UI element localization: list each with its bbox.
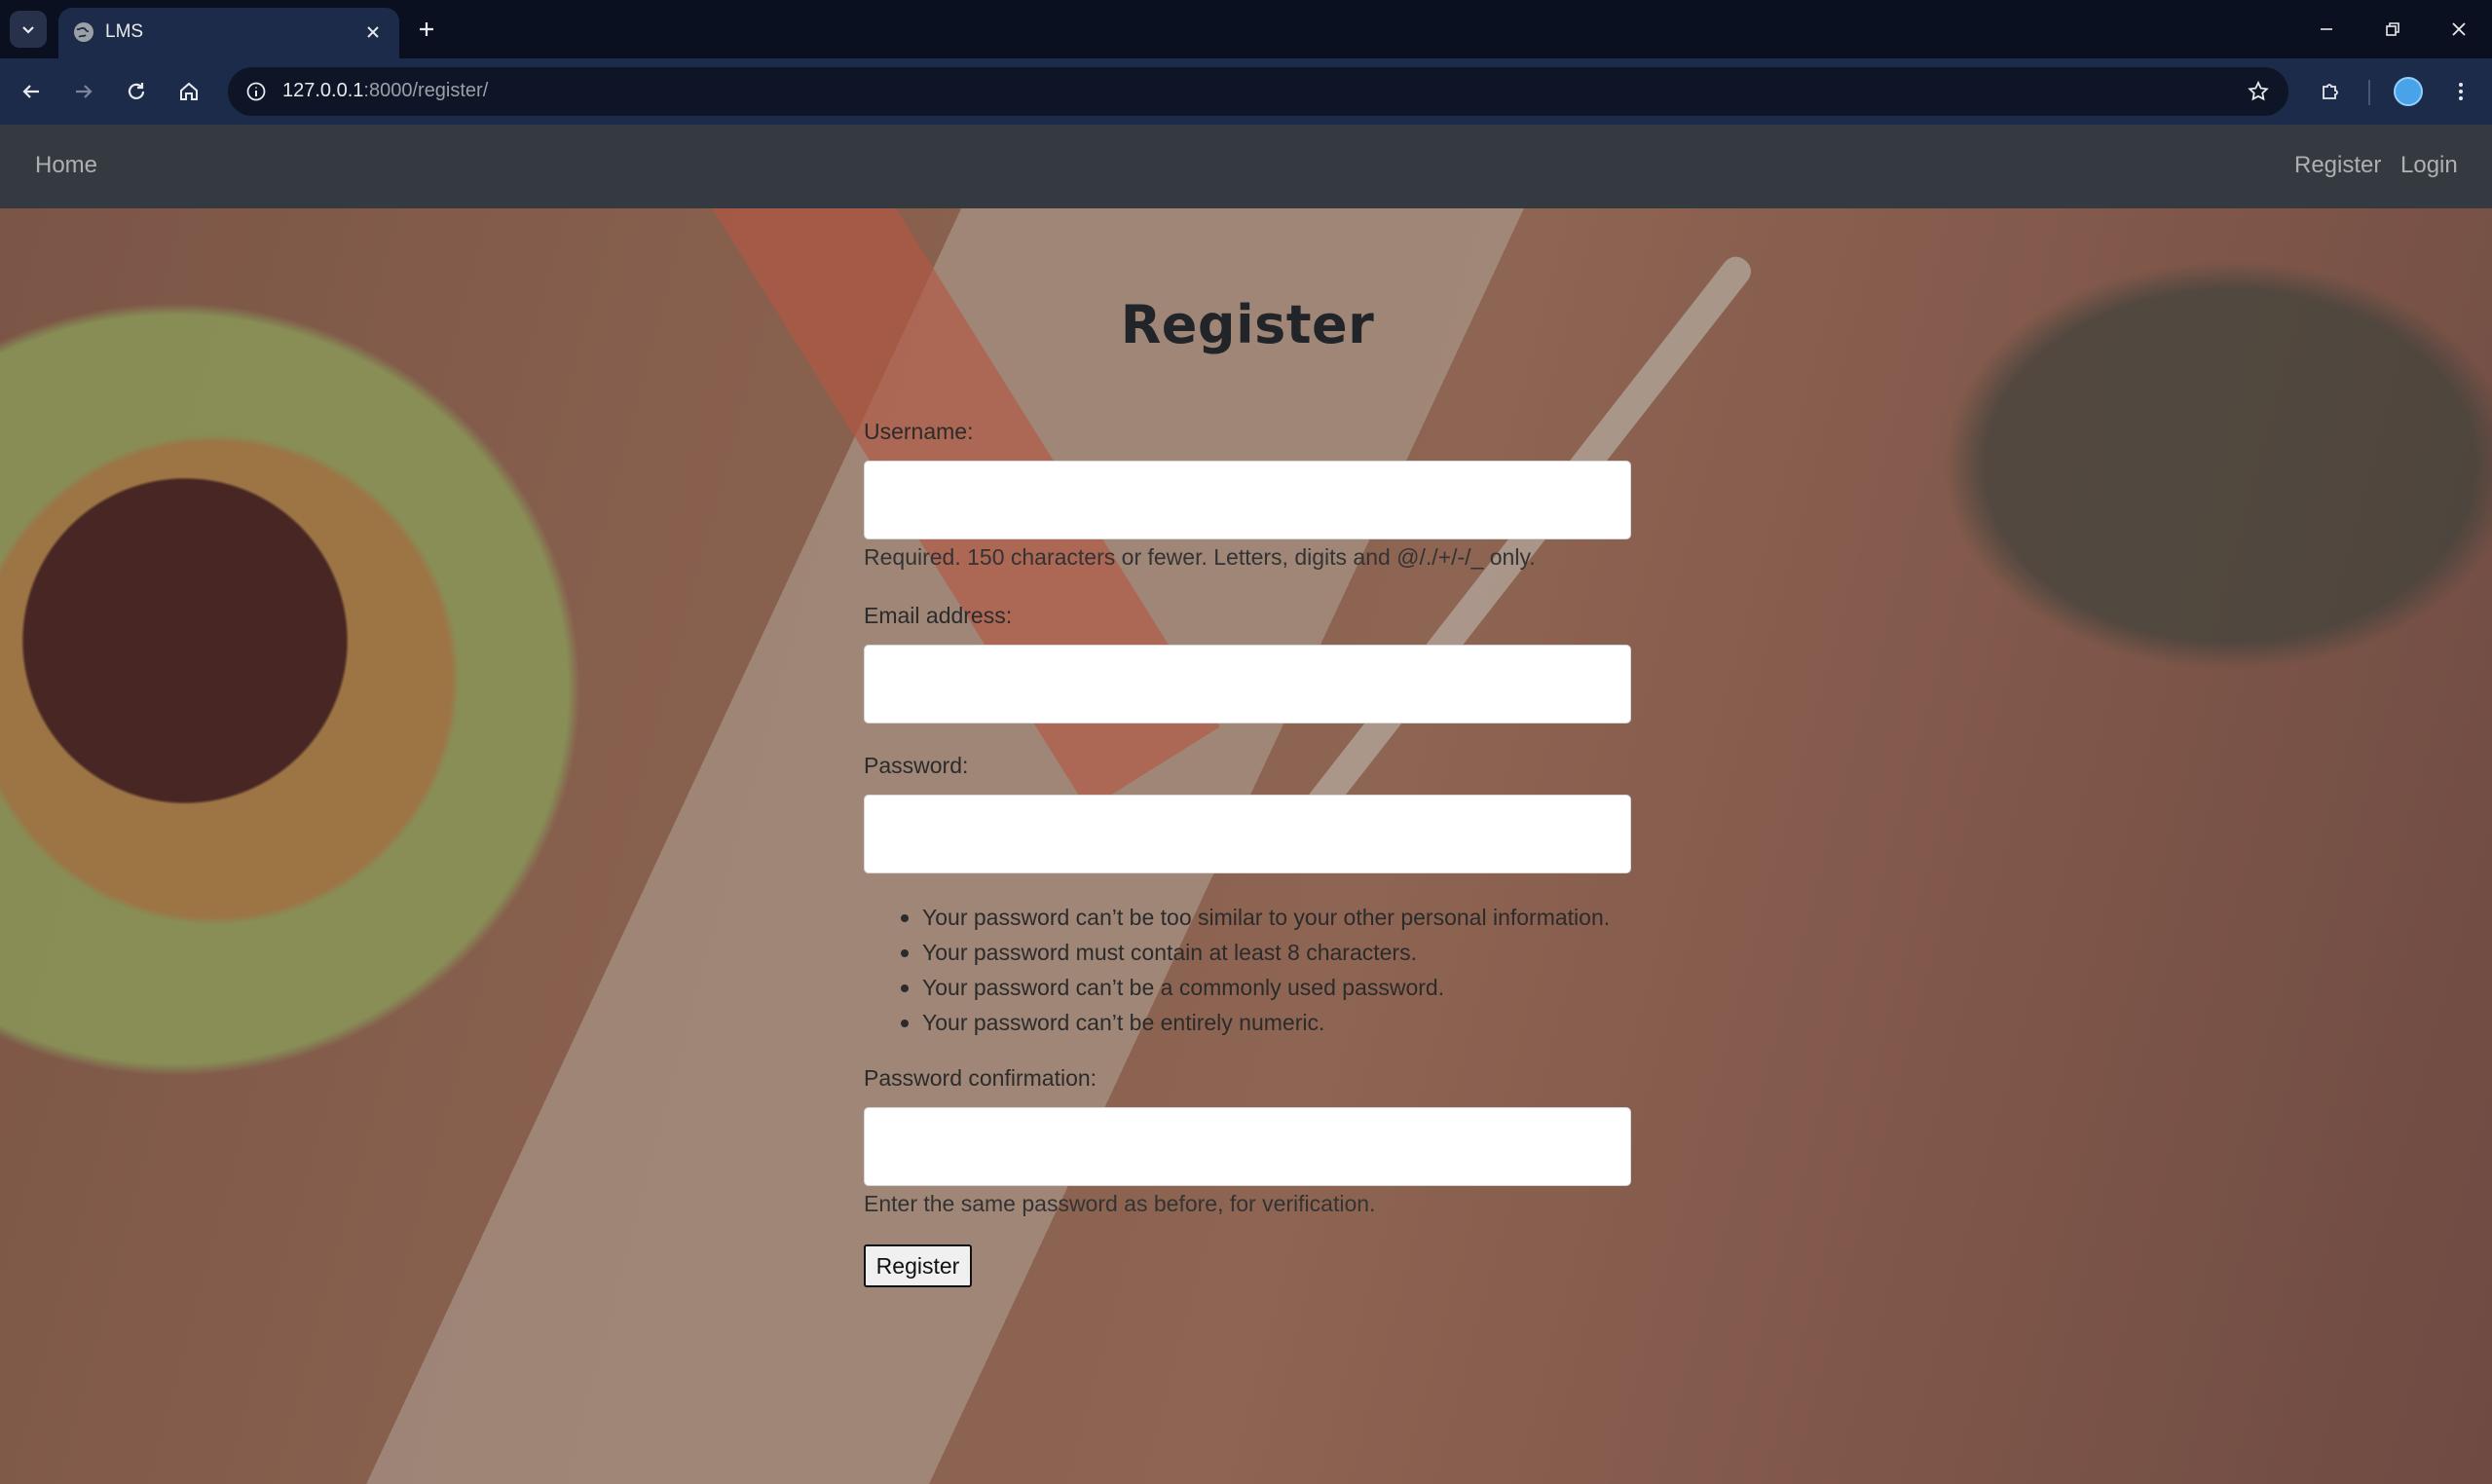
username-help-text: Required. 150 characters or fewer. Lette… (864, 544, 1536, 570)
puzzle-icon (2323, 84, 2338, 99)
username-label: Username: (864, 419, 974, 444)
home-icon (180, 82, 198, 100)
window-close-button[interactable] (2426, 0, 2492, 58)
close-icon (367, 26, 379, 38)
arrow-right-icon (76, 85, 93, 98)
password-label: Password: (864, 753, 969, 778)
list-item: Your password can’t be a commonly used p… (864, 970, 1610, 1005)
nav-link-login[interactable]: Login (2400, 152, 2458, 179)
info-icon (246, 82, 266, 101)
menu-button[interactable] (2441, 72, 2480, 111)
url-text: 127.0.0.1:8000/register/ (282, 80, 488, 102)
browser-tabstrip: LMS (0, 0, 2492, 58)
minimize-button[interactable] (2293, 0, 2360, 58)
chevron-down-icon (22, 26, 34, 34)
restore-icon (2386, 22, 2399, 36)
site-info-button[interactable] (240, 75, 273, 108)
extensions-button[interactable] (2311, 72, 2350, 111)
star-icon (2248, 80, 2269, 101)
back-button[interactable] (12, 72, 51, 111)
arrow-left-icon (22, 85, 39, 98)
reload-button[interactable] (117, 72, 156, 111)
browser-tab-active[interactable]: LMS (58, 8, 399, 58)
home-button[interactable] (169, 72, 208, 111)
list-item: Your password can’t be entirely numeric. (864, 1005, 1610, 1040)
restore-button[interactable] (2360, 0, 2426, 58)
more-vert-icon (2459, 83, 2463, 100)
globe-icon (74, 22, 93, 42)
nav-link-home[interactable]: Home (35, 152, 97, 179)
toolbar-divider (2368, 80, 2370, 105)
address-bar[interactable]: 127.0.0.1:8000/register/ (228, 67, 2288, 116)
url-path: :8000/register/ (363, 80, 489, 101)
tab-search-button[interactable] (10, 11, 47, 48)
password-confirmation-help-text: Enter the same password as before, for v… (864, 1191, 1376, 1216)
close-icon (2452, 22, 2466, 36)
email-field[interactable] (864, 645, 1631, 723)
reload-icon (128, 83, 145, 99)
password-field[interactable] (864, 795, 1631, 873)
page-viewport: Home Register Login Register Username: R… (0, 125, 2492, 1484)
register-button[interactable]: Register (864, 1244, 972, 1287)
list-item: Your password must contain at least 8 ch… (864, 935, 1610, 970)
forward-button[interactable] (64, 72, 103, 111)
site-navbar: Home Register Login (0, 125, 2492, 208)
list-item: Your password can’t be too similar to yo… (864, 900, 1610, 935)
username-field[interactable] (864, 461, 1631, 539)
password-confirmation-label: Password confirmation: (864, 1065, 1097, 1091)
profile-button[interactable] (2389, 72, 2428, 111)
avatar (2394, 77, 2423, 106)
tab-close-button[interactable] (358, 18, 388, 47)
email-label: Email address: (864, 603, 1013, 628)
tab-title: LMS (105, 21, 144, 42)
plus-icon (420, 22, 433, 36)
password-confirmation-field[interactable] (864, 1107, 1631, 1186)
bookmark-button[interactable] (2242, 75, 2275, 108)
password-rules-list: Your password can’t be too similar to yo… (864, 900, 1610, 1040)
minimize-icon (2321, 28, 2332, 30)
browser-toolbar: 127.0.0.1:8000/register/ (0, 58, 2492, 125)
new-tab-button[interactable] (409, 12, 444, 47)
page-title: Register (1120, 294, 1375, 355)
nav-link-register[interactable]: Register (2294, 152, 2381, 179)
url-host: 127.0.0.1 (282, 80, 364, 101)
